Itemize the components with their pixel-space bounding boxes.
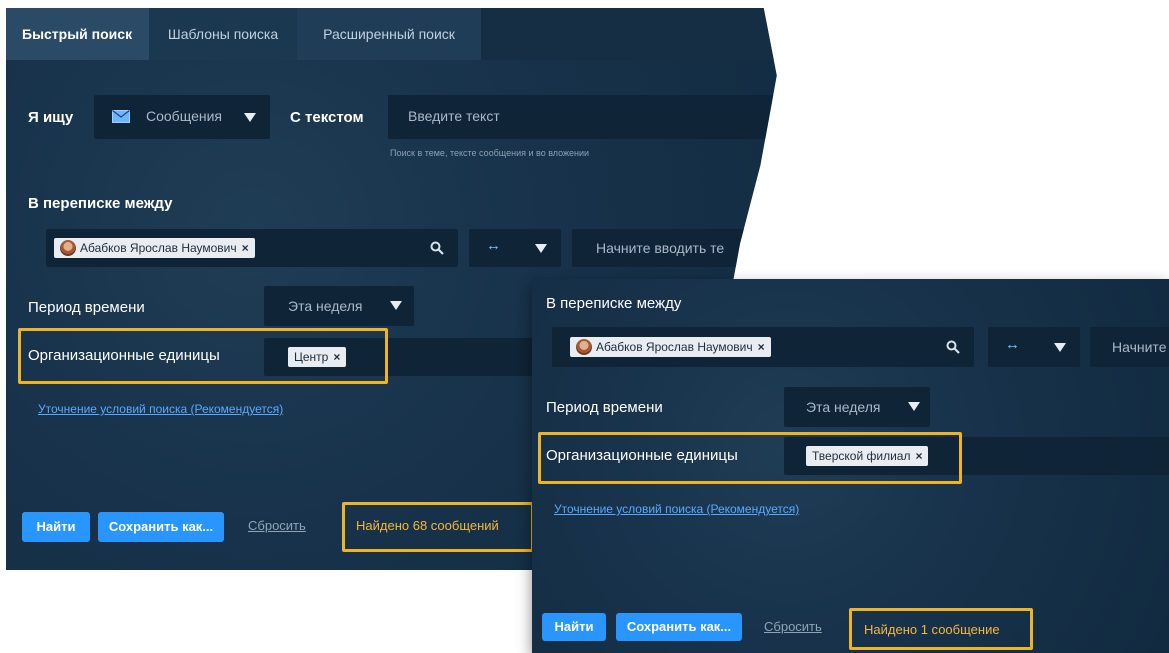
- person-tag: Абабков Ярослав Наумович ×: [54, 238, 255, 258]
- search-text-input[interactable]: Введите текст: [388, 95, 777, 139]
- person-name: Абабков Ярослав Наумович: [596, 340, 753, 354]
- direction-dropdown[interactable]: ↔: [988, 327, 1080, 367]
- message-type-dropdown[interactable]: Сообщения: [94, 95, 270, 139]
- remove-person-icon[interactable]: ×: [758, 340, 765, 354]
- tab-advanced-search[interactable]: Расширенный поиск: [297, 8, 481, 60]
- correspondent-input[interactable]: Абабков Ярослав Наумович ×: [46, 229, 458, 267]
- results-count: Найдено 1 сообщение: [864, 622, 1000, 637]
- reset-link[interactable]: Сбросить: [248, 518, 306, 533]
- chevron-down-icon: [244, 113, 256, 122]
- save-as-button[interactable]: Сохранить как...: [98, 512, 224, 542]
- search-icon[interactable]: [430, 241, 444, 255]
- bidirectional-arrows-icon: ↔: [486, 237, 501, 254]
- avatar: [576, 339, 592, 355]
- second-correspondent-placeholder: Начните: [1112, 339, 1167, 355]
- message-type-value: Сообщения: [146, 108, 222, 124]
- period-label: Период времени: [28, 299, 145, 316]
- search-icon[interactable]: [946, 340, 960, 354]
- org-units-highlight: [538, 432, 962, 484]
- second-correspondent-input[interactable]: Начните: [1090, 327, 1169, 367]
- period-value: Эта неделя: [806, 399, 881, 415]
- avatar: [60, 240, 76, 256]
- envelope-icon: [112, 110, 130, 123]
- results-count: Найдено 68 сообщений: [356, 518, 499, 533]
- chevron-down-icon: [908, 402, 920, 411]
- remove-person-icon[interactable]: ×: [242, 241, 249, 255]
- bidirectional-arrows-icon: ↔: [1005, 336, 1020, 353]
- search-text-hint: Поиск в теме, тексте сообщения и во влож…: [390, 148, 590, 158]
- tab-search-templates[interactable]: Шаблоны поиска: [149, 8, 297, 60]
- period-label: Период времени: [546, 399, 663, 416]
- person-name: Абабков Ярослав Наумович: [80, 241, 237, 255]
- period-value: Эта неделя: [288, 298, 363, 314]
- reset-link[interactable]: Сбросить: [764, 619, 822, 634]
- find-button[interactable]: Найти: [22, 512, 90, 542]
- period-dropdown[interactable]: Эта неделя: [784, 387, 930, 427]
- second-correspondent-placeholder: Начните вводить те: [596, 240, 725, 256]
- period-dropdown[interactable]: Эта неделя: [264, 286, 414, 326]
- find-button[interactable]: Найти: [542, 613, 606, 641]
- direction-dropdown[interactable]: ↔: [469, 229, 561, 267]
- chevron-down-icon: [1054, 343, 1066, 352]
- search-text-placeholder: Введите текст: [408, 108, 500, 124]
- chevron-down-icon: [535, 244, 547, 253]
- correspondence-label: В переписке между: [28, 195, 173, 212]
- tab-bar: Быстрый поиск Шаблоны поиска Расширенный…: [6, 8, 777, 60]
- i-search-label: Я ищу: [28, 109, 74, 126]
- org-units-highlight: [18, 328, 388, 384]
- second-correspondent-input[interactable]: Начните вводить те: [572, 229, 777, 267]
- filtered-search-panel: В переписке между Абабков Ярослав Наумов…: [532, 279, 1169, 653]
- refine-search-link[interactable]: Уточнение условий поиска (Рекомендуется): [554, 502, 799, 516]
- save-as-button[interactable]: Сохранить как...: [616, 613, 742, 641]
- chevron-down-icon: [390, 301, 402, 310]
- refine-search-link[interactable]: Уточнение условий поиска (Рекомендуется): [38, 402, 283, 416]
- tab-quick-search[interactable]: Быстрый поиск: [6, 8, 149, 60]
- person-tag: Абабков Ярослав Наумович ×: [570, 337, 771, 357]
- correspondence-label: В переписке между: [546, 295, 682, 312]
- correspondent-input[interactable]: Абабков Ярослав Наумович ×: [552, 327, 974, 367]
- with-text-label: С текстом: [290, 109, 364, 126]
